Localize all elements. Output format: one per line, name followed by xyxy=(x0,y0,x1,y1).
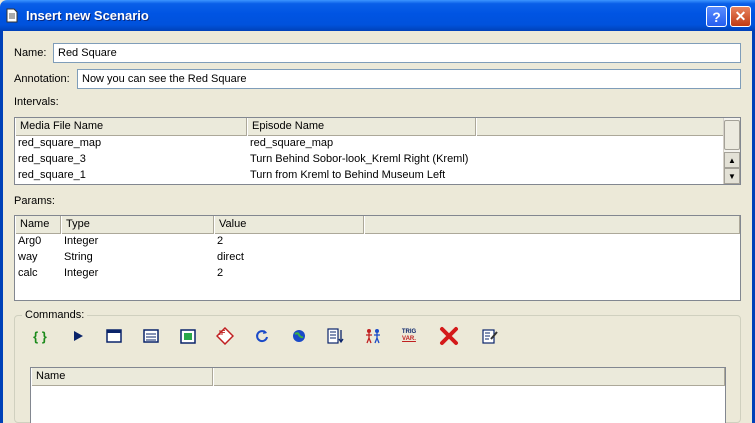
loop-icon xyxy=(256,330,268,343)
braces-icon: { } xyxy=(33,328,47,344)
annotation-field[interactable]: Now you can see the Red Square xyxy=(77,69,741,89)
sort-list-button[interactable] xyxy=(325,325,347,347)
param-type-cell: Integer xyxy=(64,235,99,247)
edit-icon xyxy=(482,329,498,344)
param-value-cell: direct xyxy=(217,251,244,263)
column-episode-name[interactable]: Episode Name xyxy=(247,118,476,136)
column-value[interactable]: Value xyxy=(214,216,364,234)
episode-cell: red_square_map xyxy=(250,137,334,149)
intervals-scrollbar[interactable]: ▲ ▼ xyxy=(723,118,740,184)
column-name[interactable]: Name xyxy=(15,216,61,234)
trig-variable-icon: TRIG VAR. xyxy=(402,329,416,343)
media-file-cell: red_square_1 xyxy=(18,169,86,181)
media-file-cell: red_square_map xyxy=(18,137,102,149)
table-row[interactable]: red_square_1 Turn from Kreml to Behind M… xyxy=(15,168,740,184)
param-name-cell: Arg0 xyxy=(18,235,42,247)
table-row[interactable]: Arg0 Integer 2 xyxy=(15,234,740,250)
var-label: VAR. xyxy=(402,336,416,342)
scrollbar-thumb[interactable] xyxy=(724,120,740,150)
list-window-button[interactable] xyxy=(140,325,162,347)
params-list[interactable]: Name Type Value Arg0 Integer 2 way Strin… xyxy=(14,215,741,301)
people-button[interactable] xyxy=(362,325,384,347)
scroll-down-button[interactable]: ▼ xyxy=(724,168,740,184)
episode-cell: Turn Behind Sobor-look_Kreml Right (Krem… xyxy=(250,153,469,165)
intervals-list[interactable]: Media File Name Episode Name red_square_… xyxy=(14,117,741,185)
episode-cell: Turn from Kreml to Behind Museum Left xyxy=(250,169,446,181)
delete-icon xyxy=(440,327,458,345)
intervals-label: Intervals: xyxy=(14,96,59,108)
scroll-up-button[interactable]: ▲ xyxy=(724,152,740,168)
window-title: Insert new Scenario xyxy=(26,8,149,23)
window-icon xyxy=(106,329,122,343)
arrow-up-icon: ▲ xyxy=(728,155,736,165)
play-button[interactable] xyxy=(67,325,89,347)
param-value-cell: 2 xyxy=(217,267,224,279)
document-icon xyxy=(6,8,18,23)
loop-button[interactable] xyxy=(251,325,273,347)
edit-button[interactable] xyxy=(479,325,501,347)
name-field[interactable]: Red Square xyxy=(53,43,741,63)
trig-label: TRIG xyxy=(401,329,417,335)
title-bar[interactable]: Insert new Scenario ? ✕ xyxy=(0,0,755,31)
column-empty xyxy=(364,216,740,234)
globe-icon xyxy=(293,330,305,342)
param-type-cell: String xyxy=(64,251,93,263)
table-row[interactable]: calc Integer 2 xyxy=(15,266,740,282)
close-button[interactable]: ✕ xyxy=(730,6,751,27)
trig-variable-button[interactable]: TRIG VAR. xyxy=(398,325,420,347)
help-button[interactable]: ? xyxy=(706,6,727,27)
picture-icon xyxy=(180,328,196,344)
delete-button[interactable] xyxy=(438,325,460,347)
column-empty xyxy=(476,118,724,136)
list-window-icon xyxy=(143,329,159,343)
play-icon xyxy=(74,331,83,341)
param-type-cell: Integer xyxy=(64,267,99,279)
table-row[interactable]: way String direct xyxy=(15,250,740,266)
intervals-header: Media File Name Episode Name xyxy=(15,118,740,136)
sort-list-icon xyxy=(327,328,344,344)
param-name-cell: way xyxy=(18,251,38,263)
column-type[interactable]: Type xyxy=(61,216,214,234)
commands-header: Name xyxy=(31,368,725,386)
name-label: Name: xyxy=(14,47,47,59)
picture-button[interactable] xyxy=(177,325,199,347)
table-row[interactable]: red_square_3 Turn Behind Sobor-look_Krem… xyxy=(15,152,740,168)
braces-button[interactable]: { } xyxy=(29,325,51,347)
column-name[interactable]: Name xyxy=(31,368,213,386)
window-button[interactable] xyxy=(103,325,125,347)
close-icon: ✕ xyxy=(734,8,747,24)
annotation-label: Annotation: xyxy=(14,73,70,85)
if-condition-button[interactable]: IF xyxy=(214,325,236,347)
param-name-cell: calc xyxy=(18,267,38,279)
table-row[interactable]: red_square_map red_square_map xyxy=(15,136,740,152)
globe-button[interactable] xyxy=(288,325,310,347)
commands-list[interactable]: Name xyxy=(30,367,726,423)
column-empty xyxy=(213,368,725,386)
param-value-cell: 2 xyxy=(217,235,224,247)
params-header: Name Type Value xyxy=(15,216,740,234)
column-media-file-name[interactable]: Media File Name xyxy=(15,118,247,136)
commands-label: Commands: xyxy=(22,309,88,321)
if-condition-label: IF xyxy=(219,330,226,337)
arrow-down-icon: ▼ xyxy=(728,171,736,181)
media-file-cell: red_square_3 xyxy=(18,153,86,165)
help-icon: ? xyxy=(712,8,721,25)
people-icon xyxy=(366,329,380,344)
params-label: Params: xyxy=(14,195,55,207)
